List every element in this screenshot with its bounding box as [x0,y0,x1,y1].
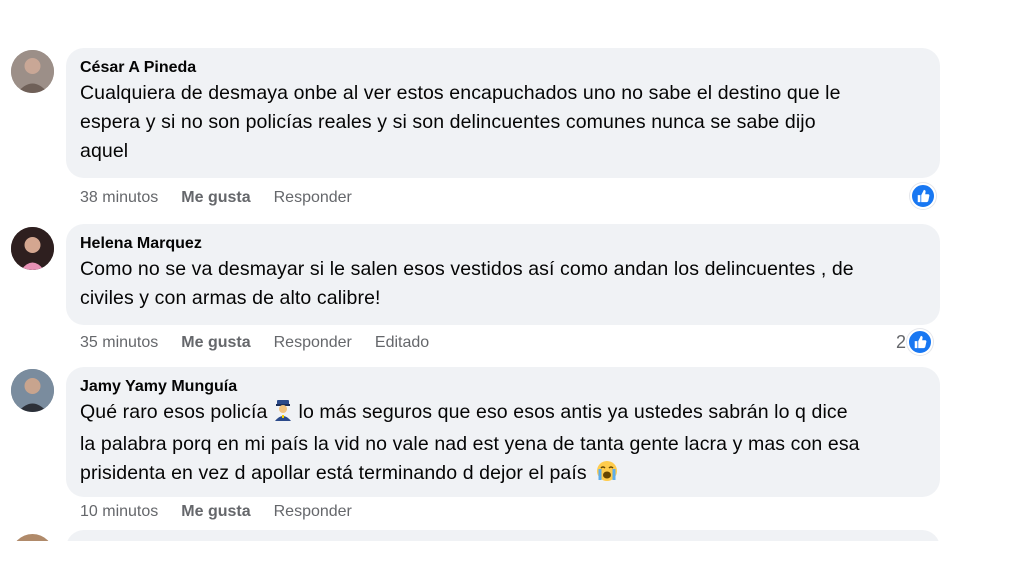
reaction-summary[interactable] [910,183,936,209]
reply-button[interactable]: Responder [274,334,352,352]
avatar[interactable] [11,369,54,412]
comment-author[interactable]: Jamy Yamy Munguía [80,376,926,398]
thumbs-up-icon [910,183,936,209]
comment-timestamp[interactable]: 35 minutos [80,334,158,352]
reply-button[interactable]: Responder [274,189,352,207]
comment-actions: 10 minutos Me gusta Responder [80,503,375,521]
reaction-summary[interactable]: 2 [896,329,934,355]
avatar[interactable] [11,50,54,93]
comment-bubble: Helena Marquez Como no se va desmayar si… [66,224,940,325]
comment-text-line: Cualquiera de desmaya onbe al ver estos … [80,82,841,104]
comment-bubble: César A Pineda Cualquiera de desmaya onb… [66,48,940,178]
comment-text-line: la palabra porq en mi país la vid no val… [80,433,860,455]
comment-text-segment: prisidenta en vez d apollar está termina… [80,462,587,484]
comment-timestamp[interactable]: 38 minutos [80,189,158,207]
like-button[interactable]: Me gusta [181,503,250,521]
comment-text-line: aquel [80,140,129,162]
reaction-count: 2 [896,331,907,352]
comment-author[interactable]: Helena Marquez [80,233,926,255]
reply-button[interactable]: Responder [274,503,352,521]
comment-timestamp[interactable]: 10 minutos [80,503,158,521]
comment-text-line: Qué raro esos policía lo más seguros que… [80,398,926,430]
comment-text-segment: lo más seguros que eso esos antis ya ust… [298,401,848,423]
loudly-crying-face-emoji [596,460,618,491]
comment-text-line: civiles y con armas de alto calibre! [80,287,381,309]
comment-text-segment: Qué raro esos policía [80,401,268,423]
comment-actions: 35 minutos Me gusta Responder Editado [80,334,452,352]
comment-text-line: prisidenta en vez d apollar está termina… [80,459,926,491]
edited-label[interactable]: Editado [375,334,429,352]
like-button[interactable]: Me gusta [181,189,250,207]
thumbs-up-icon [907,329,934,355]
avatar[interactable] [11,227,54,270]
comment-author[interactable]: César A Pineda [80,57,926,79]
police-officer-emoji [273,399,293,430]
comment-actions: 38 minutos Me gusta Responder [80,189,375,207]
comment-bubble [66,530,940,541]
comment-text-line: Como no se va desmayar si le salen esos … [80,258,854,280]
like-button[interactable]: Me gusta [181,334,250,352]
comment-bubble: Jamy Yamy Munguía Qué raro esos policía … [66,367,940,497]
avatar[interactable] [11,534,54,541]
comments-feed: César A Pineda Cualquiera de desmaya onb… [0,0,1024,541]
comment-text-line: espera y si no son policías reales y si … [80,111,816,133]
